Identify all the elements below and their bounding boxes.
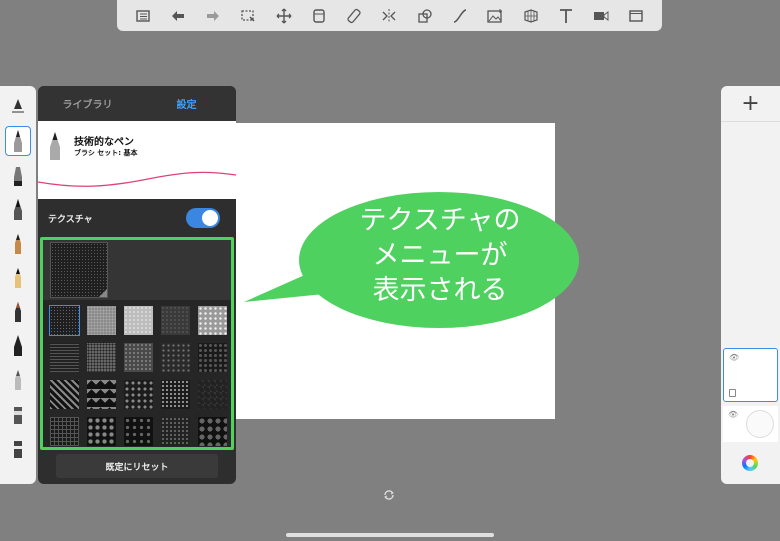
brush-info: 技術的なペン ブラシ セット: 基本: [38, 121, 236, 199]
top-toolbar: [117, 0, 662, 31]
brush-name: 技術的なペン: [74, 137, 134, 148]
image-icon[interactable]: [484, 5, 506, 27]
brush-set: ブラシ セット: 基本: [74, 149, 138, 157]
sync-icon[interactable]: [383, 489, 395, 501]
texture-swatch[interactable]: [124, 380, 153, 409]
perspective-icon[interactable]: [520, 5, 542, 27]
texture-swatch[interactable]: [87, 343, 116, 372]
callout-line-2: メニューが: [372, 240, 508, 271]
add-layer-button[interactable]: +: [721, 86, 780, 122]
callout-text: テクスチャの メニューが 表示される: [300, 203, 580, 308]
layer-thumbnail[interactable]: 👁: [723, 348, 778, 402]
transform-icon[interactable]: [273, 5, 295, 27]
selection-icon[interactable]: [237, 5, 259, 27]
layer-stack-icon[interactable]: [308, 5, 330, 27]
list-icon[interactable]: [132, 5, 154, 27]
texture-swatch[interactable]: [161, 343, 190, 372]
background-layer[interactable]: 👁: [723, 406, 778, 442]
texture-preview[interactable]: [50, 242, 108, 298]
fill-brush[interactable]: [5, 432, 31, 462]
symmetry-icon[interactable]: [378, 5, 400, 27]
fullscreen-icon[interactable]: [625, 5, 647, 27]
brush-adjust-icon[interactable]: [5, 92, 31, 122]
redo-icon[interactable]: [202, 5, 224, 27]
toggle-knob: [202, 210, 218, 226]
technical-pen-icon: [50, 132, 60, 160]
ruler-icon[interactable]: [343, 5, 365, 27]
ink-brush[interactable]: [5, 194, 31, 224]
background-color-swatch[interactable]: [746, 410, 774, 438]
texture-swatch[interactable]: [124, 306, 153, 335]
text-icon[interactable]: [555, 5, 577, 27]
stroke-preview: [38, 171, 236, 187]
tab-library[interactable]: ライブラリ: [38, 96, 137, 111]
texture-toggle[interactable]: [186, 208, 220, 228]
lock-icon[interactable]: [729, 389, 736, 397]
eye-icon[interactable]: 👁: [728, 410, 738, 419]
texture-swatch[interactable]: [161, 306, 190, 335]
texture-swatch[interactable]: [50, 417, 79, 446]
marker-brush[interactable]: [5, 160, 31, 190]
tab-settings[interactable]: 設定: [137, 96, 236, 111]
curve-icon[interactable]: [449, 5, 471, 27]
layer-panel: + 👁 👁: [721, 86, 780, 484]
texture-swatch[interactable]: [198, 343, 227, 372]
shape-icon[interactable]: [414, 5, 436, 27]
texture-swatch[interactable]: [124, 417, 153, 446]
brush-settings-panel: ライブラリ 設定 技術的なペン ブラシ セット: 基本 テクスチャ 既定にリセッ…: [38, 86, 236, 484]
texture-swatch[interactable]: [87, 380, 116, 409]
callout-line-1: テクスチャの: [359, 205, 521, 236]
home-indicator: [286, 533, 494, 537]
airbrush-brush[interactable]: [5, 262, 31, 292]
callout-line-3: 表示される: [372, 275, 508, 306]
texture-preview-row: [43, 240, 231, 300]
texture-grid: [43, 300, 231, 447]
color-wheel-icon[interactable]: [742, 455, 758, 471]
texture-swatch[interactable]: [87, 306, 116, 335]
paint-brush[interactable]: [5, 296, 31, 326]
texture-label: テクスチャ: [48, 214, 93, 225]
technical-pen-brush[interactable]: [5, 126, 31, 156]
panel-tabs: ライブラリ 設定: [38, 86, 236, 121]
texture-swatch[interactable]: [124, 343, 153, 372]
eye-icon[interactable]: 👁: [729, 353, 739, 362]
video-icon[interactable]: [590, 5, 612, 27]
texture-swatch[interactable]: [198, 306, 227, 335]
texture-swatch[interactable]: [50, 343, 79, 372]
texture-swatch[interactable]: [198, 417, 227, 446]
texture-swatch[interactable]: [49, 305, 80, 336]
texture-menu: [40, 237, 234, 450]
brush-rail: [0, 86, 36, 484]
texture-swatch[interactable]: [87, 417, 116, 446]
fountain-pen-brush[interactable]: [5, 330, 31, 360]
undo-icon[interactable]: [167, 5, 189, 27]
smudge-brush[interactable]: [5, 398, 31, 428]
texture-row: テクスチャ: [38, 199, 236, 237]
texture-swatch[interactable]: [161, 417, 190, 446]
texture-swatch[interactable]: [161, 380, 190, 409]
pencil-brush[interactable]: [5, 228, 31, 258]
eraser-brush[interactable]: [5, 364, 31, 394]
texture-swatch[interactable]: [50, 380, 79, 409]
reset-button[interactable]: 既定にリセット: [56, 454, 218, 478]
texture-swatch[interactable]: [198, 380, 227, 409]
